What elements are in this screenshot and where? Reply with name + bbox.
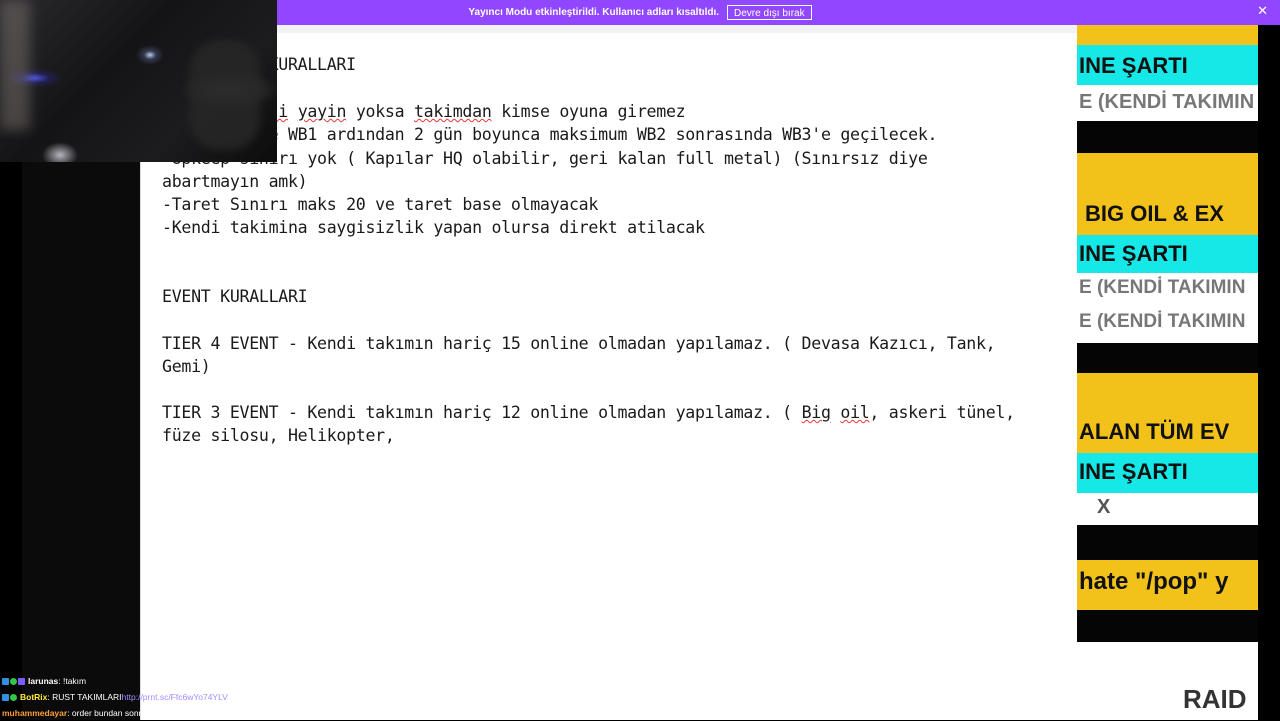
banner-message: Yayıncı Modu etkinleştirildi. Kullanıcı … <box>468 7 720 18</box>
doc-line: abartmayın amk) <box>162 172 308 191</box>
chat-text: : !takım <box>58 676 87 686</box>
badge-icon <box>10 677 17 685</box>
chat-text: : RUST TAKIMLARI <box>47 692 122 702</box>
doc-line: TIER 3 EVENT - Kendi takımın hariç 12 on… <box>162 403 1015 422</box>
left-margin <box>0 162 22 720</box>
disable-streamer-mode-button[interactable]: Devre dışı bırak <box>727 5 812 20</box>
chat-overlay: larunas : !takım BotRix : RUST TAKIMLARI… <box>2 673 292 721</box>
text-document[interactable]: RUST KURALLARI a canli yayin yoksa takim… <box>140 25 1078 720</box>
chat-username[interactable]: larunas <box>28 676 58 686</box>
webcam-overlay <box>0 0 277 162</box>
chat-message: larunas : !takım <box>2 673 292 689</box>
doc-line: -Taret Sınırı maks 20 ve taret base olma… <box>162 195 599 214</box>
badge-icon <box>18 677 25 685</box>
left-dark-panel <box>22 162 140 720</box>
chat-link[interactable]: http://prnt.sc/Ffc6wYo74YLV <box>122 692 228 702</box>
doc-line: sadece WB1 ardından 2 gün boyunca maksim… <box>162 125 938 144</box>
chat-message: muhammedayar : order bundan sonra ban ka… <box>2 705 292 721</box>
badge-icon <box>2 693 9 701</box>
stream-overlay-panel: INE ŞARTI E (KENDİ TAKIMIN BIG OIL & EX … <box>1077 25 1280 720</box>
chat-username[interactable]: BotRix <box>20 692 47 702</box>
doc-line: -Kendi takimina saygisizlik yapan olursa… <box>162 218 705 237</box>
doc-line: Gemi) <box>162 357 211 376</box>
chat-username[interactable]: muhammedayar <box>2 708 67 718</box>
doc-line: EVENT KURALLARI <box>162 287 308 306</box>
chat-text: : order bundan sonra ban kaldırma talepl… <box>67 708 265 718</box>
doc-line: TIER 4 EVENT - Kendi takımın hariç 15 on… <box>162 334 996 353</box>
badge-icon <box>10 693 17 701</box>
doc-line: füze silosu, Helikopter, <box>162 426 395 445</box>
close-icon[interactable]: ✕ <box>1257 4 1268 19</box>
chat-message: BotRix : RUST TAKIMLARI http://prnt.sc/F… <box>2 689 292 705</box>
badge-icon <box>2 677 9 685</box>
